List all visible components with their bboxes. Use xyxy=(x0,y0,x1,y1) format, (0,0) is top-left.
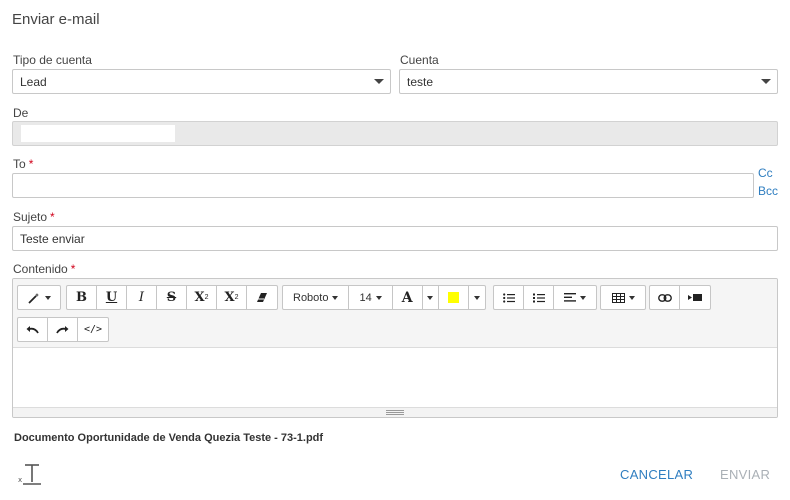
redo-button[interactable] xyxy=(48,318,78,341)
code-view-icon: </> xyxy=(83,324,103,335)
to-label: To * xyxy=(13,157,33,171)
style-group xyxy=(17,285,61,310)
chevron-down-icon xyxy=(761,79,771,84)
unordered-list-button[interactable] xyxy=(494,286,524,309)
clear-format-button[interactable]: x xyxy=(18,462,44,486)
highlight-color-button[interactable] xyxy=(439,286,469,309)
content-editable[interactable] xyxy=(13,348,777,408)
account-type-value: Lead xyxy=(20,74,47,89)
chevron-down-icon xyxy=(427,295,434,300)
account-type-label: Tipo de cuenta xyxy=(13,53,92,67)
to-input[interactable] xyxy=(12,173,754,198)
paragraph-group xyxy=(493,285,597,310)
strikethrough-glyph: S xyxy=(166,290,177,305)
bcc-link[interactable]: Bcc xyxy=(758,184,778,198)
undo-icon xyxy=(26,326,39,334)
strikethrough-button[interactable]: S xyxy=(157,286,187,309)
account-select[interactable]: teste xyxy=(399,69,778,94)
ordered-list-button[interactable] xyxy=(524,286,554,309)
subscript-button[interactable]: X2 xyxy=(217,286,247,309)
cc-link[interactable]: Cc xyxy=(758,166,773,180)
font-family-value: Roboto xyxy=(293,291,329,304)
account-type-select[interactable]: Lead xyxy=(12,69,391,94)
unordered-list-icon xyxy=(502,292,515,303)
italic-button[interactable]: I xyxy=(127,286,157,309)
from-label: De xyxy=(13,106,29,120)
font-color-glyph: A xyxy=(401,289,413,306)
chevron-down-icon xyxy=(375,295,382,300)
italic-glyph: I xyxy=(138,290,145,305)
magic-wand-icon xyxy=(28,292,40,304)
font-group: Roboto 14 A xyxy=(282,285,486,310)
superscript-button[interactable]: X2 xyxy=(187,286,217,309)
subject-label-text: Sujeto xyxy=(13,210,48,224)
table-dropdown[interactable] xyxy=(601,286,645,309)
required-mark: * xyxy=(28,157,34,171)
video-icon xyxy=(688,294,702,301)
highlight-swatch xyxy=(447,292,459,303)
history-group: </> xyxy=(17,317,109,342)
font-color-button[interactable]: A xyxy=(393,286,423,309)
underline-button[interactable]: U xyxy=(97,286,127,309)
eraser-icon xyxy=(257,293,267,302)
rich-text-editor: B U I S X2 X2 Roboto 14 A </> xyxy=(12,278,778,418)
link-icon xyxy=(657,293,672,302)
underline-glyph: U xyxy=(105,290,118,305)
to-label-text: To xyxy=(13,157,26,171)
editor-toolbar: B U I S X2 X2 Roboto 14 A </> xyxy=(13,279,777,348)
chevron-down-icon xyxy=(628,295,635,300)
undo-button[interactable] xyxy=(18,318,48,341)
redo-icon xyxy=(56,326,69,334)
bold-button[interactable]: B xyxy=(67,286,97,309)
highlight-color-dropdown[interactable] xyxy=(469,286,485,309)
cancel-button[interactable]: CANCELAR xyxy=(620,467,693,482)
svg-text:x: x xyxy=(18,476,22,484)
font-size-dropdown[interactable]: 14 xyxy=(349,286,393,309)
insert-group xyxy=(649,285,711,310)
style-button[interactable] xyxy=(18,286,60,309)
grip-icon xyxy=(386,410,404,415)
content-label: Contenido * xyxy=(13,262,75,276)
send-button[interactable]: ENVIAR xyxy=(720,467,770,482)
redacted-sender xyxy=(21,125,175,142)
chevron-down-icon xyxy=(374,79,384,84)
align-dropdown[interactable] xyxy=(554,286,596,309)
required-mark: * xyxy=(50,210,55,224)
chevron-down-icon xyxy=(580,295,586,300)
subject-label: Sujeto * xyxy=(13,210,55,224)
subscript-mark: 2 xyxy=(234,294,239,301)
chevron-down-icon xyxy=(332,295,339,300)
insert-video-button[interactable] xyxy=(680,286,710,309)
subject-input[interactable]: Teste enviar xyxy=(12,226,778,251)
editor-resize-handle[interactable] xyxy=(13,407,777,417)
subscript-glyph: X xyxy=(224,290,235,305)
chevron-down-icon xyxy=(473,295,480,300)
ordered-list-icon xyxy=(532,293,545,302)
chevron-down-icon xyxy=(45,295,51,300)
required-mark: * xyxy=(70,262,76,276)
clear-format-icon: x xyxy=(18,464,41,485)
font-size-value: 14 xyxy=(359,291,372,304)
bold-glyph: B xyxy=(76,290,87,305)
code-view-button[interactable]: </> xyxy=(78,318,108,341)
account-label: Cuenta xyxy=(400,53,439,67)
from-field xyxy=(12,121,778,146)
account-value: teste xyxy=(407,74,434,89)
table-icon xyxy=(611,292,625,303)
font-family-dropdown[interactable]: Roboto xyxy=(283,286,350,309)
superscript-mark: 2 xyxy=(204,294,209,301)
insert-link-button[interactable] xyxy=(650,286,680,309)
dialog-title: Enviar e-mail xyxy=(12,11,100,28)
clear-style-button[interactable] xyxy=(247,286,277,309)
content-label-text: Contenido xyxy=(13,262,68,276)
table-group xyxy=(600,285,646,310)
attachment-filename[interactable]: Documento Oportunidade de Venda Quezia T… xyxy=(14,432,323,444)
align-icon xyxy=(564,293,576,302)
subject-value: Teste enviar xyxy=(20,231,85,246)
font-style-group: B U I S X2 X2 xyxy=(66,285,278,310)
superscript-glyph: X xyxy=(194,290,205,305)
font-color-dropdown[interactable] xyxy=(423,286,439,309)
